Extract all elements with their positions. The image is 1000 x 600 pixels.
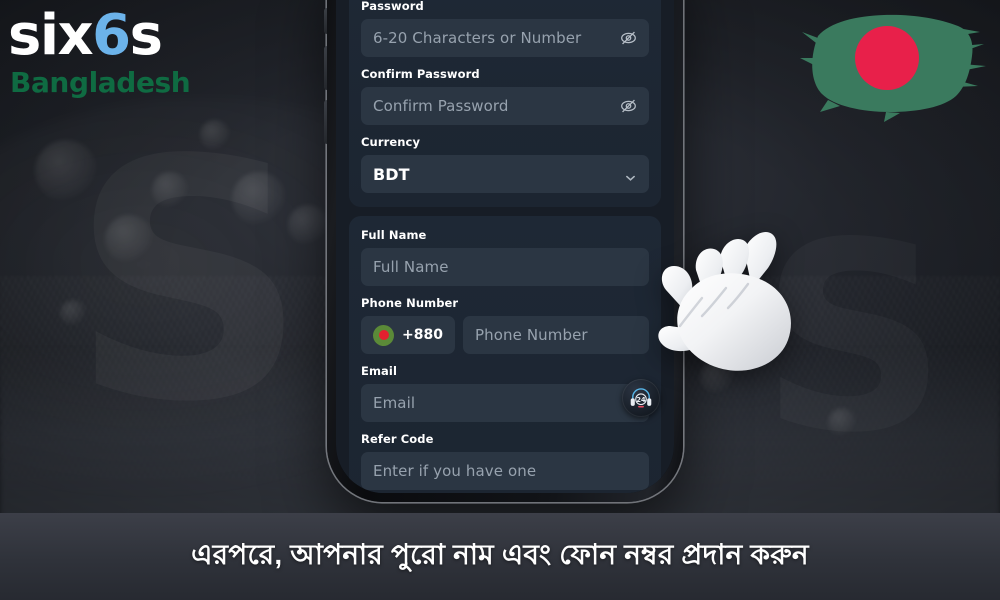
account-card: Password 6-20 Characters or Number Confi… [349,0,661,207]
full-name-label: Full Name [361,228,427,242]
phone-number-label: Phone Number [361,296,459,310]
refer-code-placeholder: Enter if you have one [373,462,537,480]
eye-off-icon[interactable] [620,98,637,115]
confirm-password-label: Confirm Password [361,67,480,81]
caption-bar: এরপরে, আপনার পুরো নাম এবং ফোন নম্বর প্রদ… [0,513,1000,600]
refer-code-label: Refer Code [361,432,434,446]
email-label: Email [361,364,397,378]
phone-screen: Password 6-20 Characters or Number Confi… [336,0,674,493]
logo-text-s: s [129,3,163,68]
chevron-down-icon[interactable] [626,170,635,181]
registration-form: Password 6-20 Characters or Number Confi… [336,0,674,493]
country-code-select[interactable]: +880 [361,316,455,354]
profile-card: Full Name Full Name Phone Number +880 Ph… [349,216,661,493]
email-placeholder: Email [373,394,416,412]
hand-cursor [648,222,820,382]
screenshot-stage: S S six6s Bangladesh [0,0,1000,600]
phone-volume-up-button[interactable] [324,46,327,90]
full-name-input[interactable]: Full Name [361,248,649,286]
site-logo[interactable]: six6s Bangladesh [8,8,191,99]
password-placeholder: 6-20 Characters or Number [373,29,582,47]
phone-number-row: +880 Phone Number [361,316,649,354]
caption-text: এরপরে, আপনার পুরো নাম এবং ফোন নম্বর প্রদ… [191,539,809,570]
phone-number-input[interactable]: Phone Number [463,316,649,354]
country-code-value: +880 [402,327,443,343]
password-input[interactable]: 6-20 Characters or Number [361,19,649,57]
currency-select[interactable]: BDT [361,155,649,193]
confirm-password-field: Confirm Password Confirm Password [361,67,649,125]
currency-label: Currency [361,135,421,149]
phone-bezel: Password 6-20 Characters or Number Confi… [336,0,674,493]
support-badge-label: 24 [636,396,646,404]
phone-volume-down-button[interactable] [324,100,327,144]
confirm-password-placeholder: Confirm Password [373,97,509,115]
logo-text-six-accent: 6 [92,3,131,68]
support-24-7-button[interactable]: 24 [622,379,660,417]
password-field: Password 6-20 Characters or Number [361,0,649,57]
phone-number-field: Phone Number +880 Phone Number [361,296,649,354]
bangladesh-flag-circle-icon [373,324,394,346]
logo-region-label: Bangladesh [10,66,191,99]
refer-code-input[interactable]: Enter if you have one [361,452,649,490]
refer-code-field: Refer Code Enter if you have one [361,432,649,490]
phone-number-placeholder: Phone Number [475,326,588,344]
eye-off-icon[interactable] [620,30,637,47]
phone-mockup: Password 6-20 Characters or Number Confi… [324,0,683,502]
confirm-password-input[interactable]: Confirm Password [361,87,649,125]
password-label: Password [361,0,424,13]
full-name-field: Full Name Full Name [361,228,649,286]
logo-text-six: six [8,3,94,68]
logo-wordmark: six6s [8,8,190,64]
currency-value: BDT [373,164,410,184]
phone-mute-switch[interactable] [324,8,327,34]
bangladesh-flag-icon [798,2,988,122]
full-name-placeholder: Full Name [373,258,449,276]
currency-field: Currency BDT [361,135,649,193]
email-field: Email Email [361,364,649,422]
email-input[interactable]: Email [361,384,649,422]
